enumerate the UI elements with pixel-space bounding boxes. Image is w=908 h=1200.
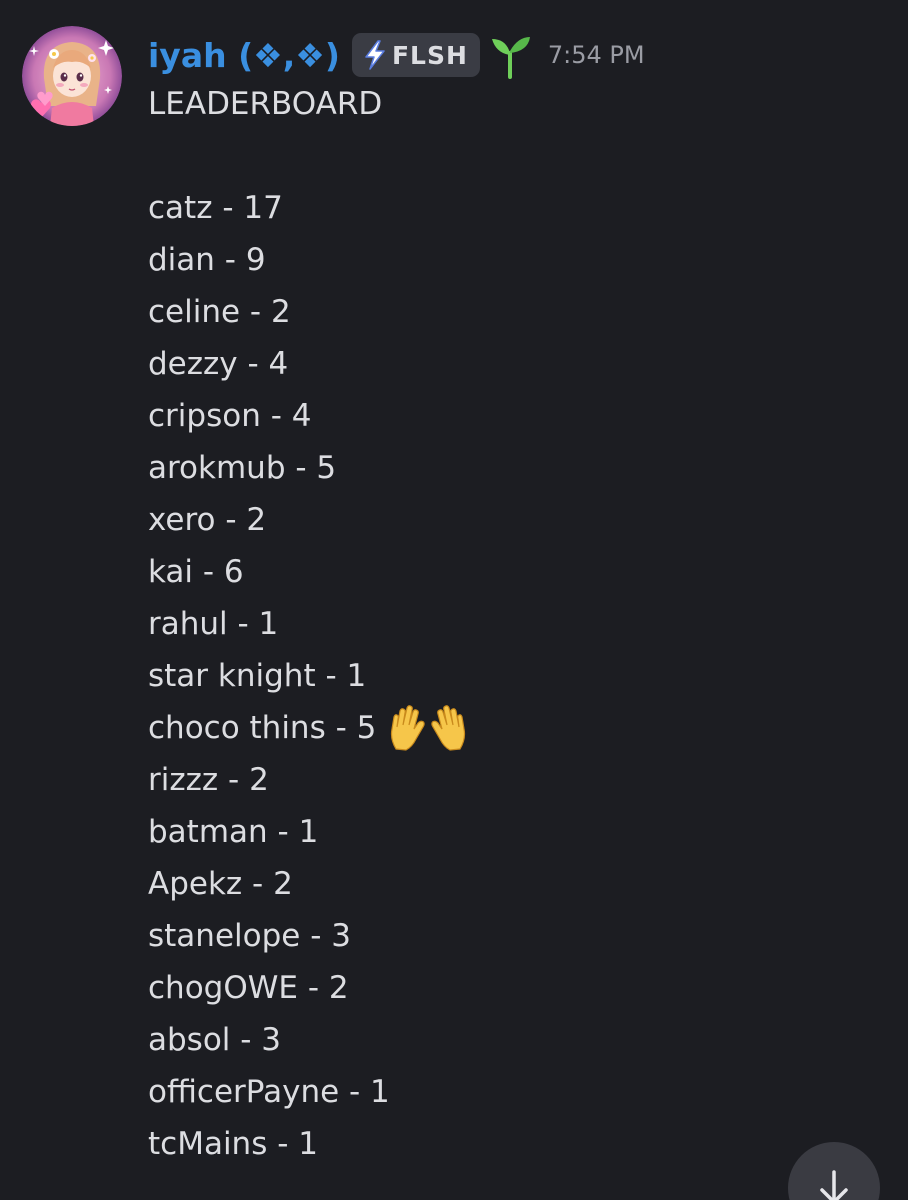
- leaderboard-row: officerPayne - 1: [148, 1066, 468, 1118]
- user-avatar[interactable]: [22, 26, 122, 126]
- leaderboard-row: arokmub - 5: [148, 442, 468, 494]
- sprout-icon[interactable]: [488, 31, 532, 79]
- leaderboard-row: star knight - 1: [148, 650, 468, 702]
- leaderboard-list: catz - 17 dian - 9 celine - 2 dezzy - 4 crip…: [148, 182, 468, 1170]
- leaderboard-entry-text: absol - 3: [148, 1022, 282, 1058]
- leaderboard-row: batman - 1: [148, 806, 468, 858]
- leaderboard-entry-text: cripson - 4: [148, 398, 312, 434]
- leaderboard-entry-text: tcMains - 1: [148, 1126, 318, 1162]
- leaderboard-row: dezzy - 4: [148, 338, 468, 390]
- leaderboard-entry-text: chogOWE - 2: [148, 970, 349, 1006]
- leaderboard-row: absol - 3: [148, 1014, 468, 1066]
- leaderboard-row: celine - 2: [148, 286, 468, 338]
- leaderboard-entry-text: dian - 9: [148, 242, 266, 278]
- leaderboard-row: choco thins - 5: [148, 702, 468, 754]
- leaderboard-row: kai - 6: [148, 546, 468, 598]
- author-username[interactable]: iyah (❖,❖): [148, 36, 340, 75]
- anime-girl-avatar-icon: [22, 26, 122, 126]
- leaderboard-entry-text: rizzz - 2: [148, 762, 269, 798]
- leaderboard-entry-text: batman - 1: [148, 814, 319, 850]
- chat-screen: iyah (❖,❖) FLSH 7:54 PM LEADERBOARD catz…: [0, 0, 908, 1200]
- leaderboard-row: catz - 17: [148, 182, 468, 234]
- leaderboard-entry-text: rahul - 1: [148, 606, 279, 642]
- leaderboard-entry-text: officerPayne - 1: [148, 1074, 390, 1110]
- message-timestamp: 7:54 PM: [547, 41, 645, 69]
- message-content: LEADERBOARD catz - 17 dian - 9 celine - 2 d…: [148, 78, 468, 1170]
- leaderboard-entry-text: dezzy - 4: [148, 346, 289, 382]
- leaderboard-title: LEADERBOARD: [148, 86, 383, 122]
- leaderboard-row: tcMains - 1: [148, 1118, 468, 1170]
- leaderboard-entry-text: xero - 2: [148, 502, 267, 538]
- leaderboard-entry-text: star knight - 1: [148, 658, 367, 694]
- leaderboard-row: rahul - 1: [148, 598, 468, 650]
- leaderboard-row: xero - 2: [148, 494, 468, 546]
- leaderboard-row: rizzz - 2: [148, 754, 468, 806]
- leaderboard-entry-text: catz - 17: [148, 190, 283, 226]
- leaderboard-row: stanelope - 3: [148, 910, 468, 962]
- message-header: iyah (❖,❖) FLSH 7:54 PM: [148, 28, 645, 82]
- server-tag-text: FLSH: [391, 40, 468, 70]
- leaderboard-row: cripson - 4: [148, 390, 468, 442]
- raised-hands-emoji-icon[interactable]: [388, 705, 468, 751]
- leaderboard-row: chogOWE - 2: [148, 962, 468, 1014]
- leaderboard-entry-text: kai - 6: [148, 554, 244, 590]
- leaderboard-row: dian - 9: [148, 234, 468, 286]
- lightning-icon: [362, 39, 388, 71]
- leaderboard-entry-text: Apekz - 2: [148, 866, 293, 902]
- leaderboard-entry-text: arokmub - 5: [148, 450, 337, 486]
- jump-to-bottom-button[interactable]: [788, 1142, 880, 1200]
- leaderboard-row: Apekz - 2: [148, 858, 468, 910]
- leaderboard-entry-text: stanelope - 3: [148, 918, 351, 954]
- server-tag-badge[interactable]: FLSH: [351, 33, 480, 77]
- leaderboard-entry-text: choco thins - 5: [148, 710, 377, 746]
- arrow-down-icon: [820, 1170, 848, 1200]
- leaderboard-entry-text: celine - 2: [148, 294, 291, 330]
